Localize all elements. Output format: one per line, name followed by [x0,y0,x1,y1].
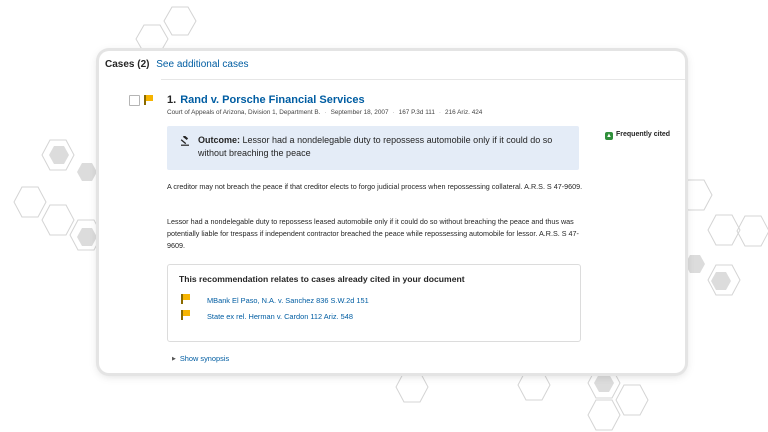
gavel-icon [180,135,190,146]
triangle-right-icon: ▶ [172,356,176,362]
case-paragraph-1: A creditor may not breach the peace if t… [167,182,583,191]
reporter-citation-1: 167 P.3d 111 [398,109,435,116]
flag-icon [144,95,153,105]
outcome-text: Outcome: Lessor had a nondelegable duty … [198,134,573,160]
frequently-cited-label: Frequently cited [616,131,671,138]
checkbox-icon[interactable] [129,95,140,106]
decision-date: September 18, 2007 [330,109,389,116]
header-divider [161,79,685,80]
flag-icon [181,294,190,304]
case-number: 1. [167,94,177,106]
outcome-description: Lessor had a nondelegable duty to reposs… [198,135,553,158]
outcome-label: Outcome: [198,135,241,145]
outcome-box: Outcome: Lessor had a nondelegable duty … [167,126,579,170]
recommendation-item[interactable]: MBank El Paso, N.A. v. Sanchez 836 S.W.2… [181,294,369,305]
recommendation-link[interactable]: MBank El Paso, N.A. v. Sanchez 836 S.W.2… [207,296,369,305]
recommendation-title: This recommendation relates to cases alr… [179,274,465,284]
case-citation: Court of Appeals of Arizona, Division 1,… [167,109,483,116]
frequently-cited-icon: ▲ [605,132,613,140]
case-name-link[interactable]: Rand v. Porsche Financial Services [180,94,364,106]
flag-icon [181,310,190,320]
cases-panel: Cases (2) See additional cases 1. Rand v.… [99,51,685,373]
recommendation-link[interactable]: State ex rel. Herman v. Cardon 112 Ariz.… [207,312,353,321]
cases-header: Cases (2) See additional cases [105,59,249,70]
recommendation-box: This recommendation relates to cases alr… [167,264,581,342]
court-name: Court of Appeals of Arizona, Division 1,… [167,109,321,116]
case-paragraph-2: Lessor had a nondelegable duty to reposs… [167,217,579,250]
show-synopsis-toggle[interactable]: ▶ Show synopsis [172,354,229,363]
case-title: 1. Rand v. Porsche Financial Services [167,94,365,106]
show-synopsis-label: Show synopsis [179,354,230,363]
reporter-citation-2: 216 Ariz. 424 [445,109,483,116]
cases-count-title: Cases (2) [105,59,150,70]
frequently-cited-badge: ▲ Frequently cited [605,131,670,140]
recommendation-item[interactable]: State ex rel. Herman v. Cardon 112 Ariz.… [181,310,353,321]
see-additional-cases-link[interactable]: See additional cases [156,59,248,70]
